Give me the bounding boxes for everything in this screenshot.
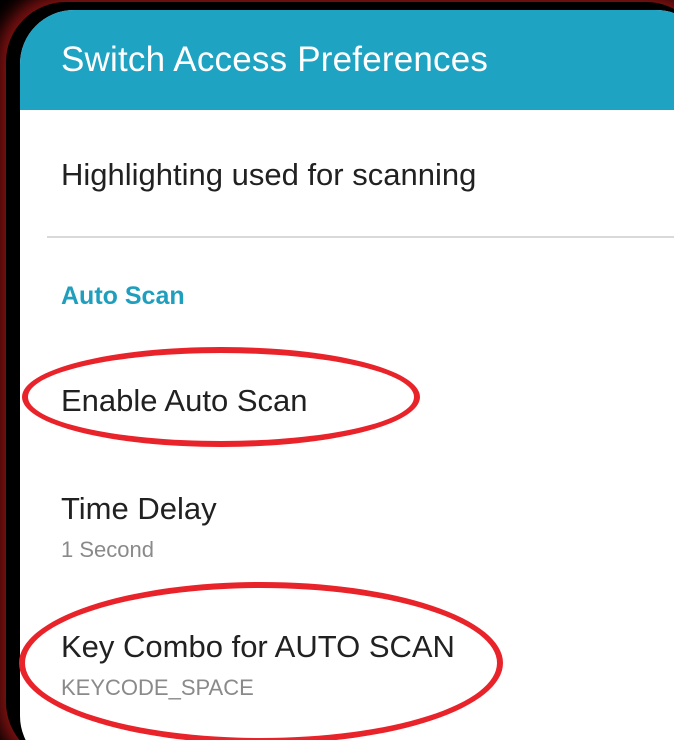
app-bar: Switch Access Preferences [20,10,674,110]
pref-key-combo-summary: KEYCODE_SPACE [61,675,254,700]
app-screen: Switch Access Preferences Highlighting u… [20,10,674,740]
device-frame: Switch Access Preferences Highlighting u… [0,0,674,740]
pref-highlighting-title: Highlighting used for scanning [61,157,477,192]
pref-key-combo-title: Key Combo for AUTO SCAN [61,629,455,664]
section-divider [47,236,674,238]
pref-time-delay-summary: 1 Second [61,537,154,562]
pref-time-delay-title: Time Delay [61,491,217,526]
page-title: Switch Access Preferences [61,40,489,79]
pref-enable-auto-scan-title: Enable Auto Scan [61,383,308,418]
category-auto-scan: Auto Scan [61,282,185,310]
